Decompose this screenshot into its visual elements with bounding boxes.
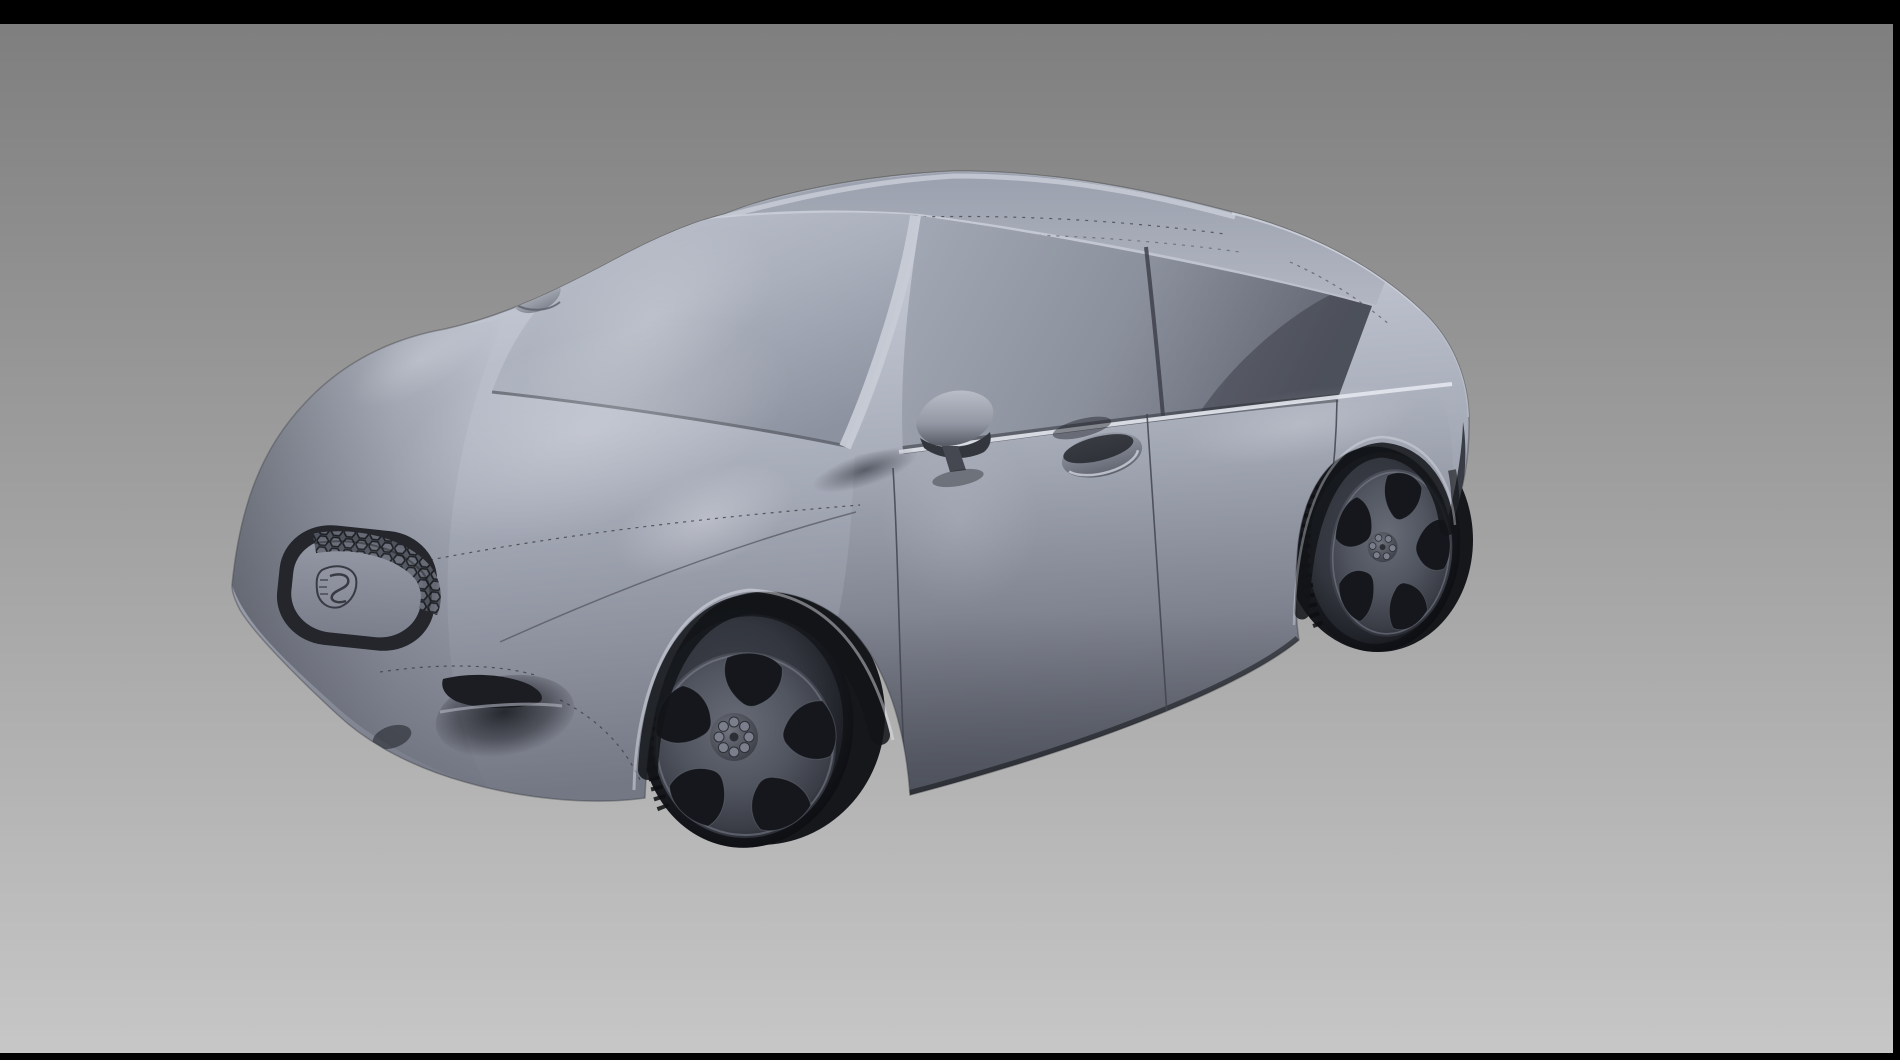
front-hub-logo xyxy=(730,733,739,742)
top-letterbox-bar xyxy=(0,0,1900,24)
right-letterbox-bar xyxy=(1893,0,1900,1060)
application-window xyxy=(0,0,1900,1060)
3d-viewport[interactable] xyxy=(0,0,1900,1060)
front-hub xyxy=(710,713,758,761)
bottom-letterbox-bar xyxy=(0,1053,1900,1060)
